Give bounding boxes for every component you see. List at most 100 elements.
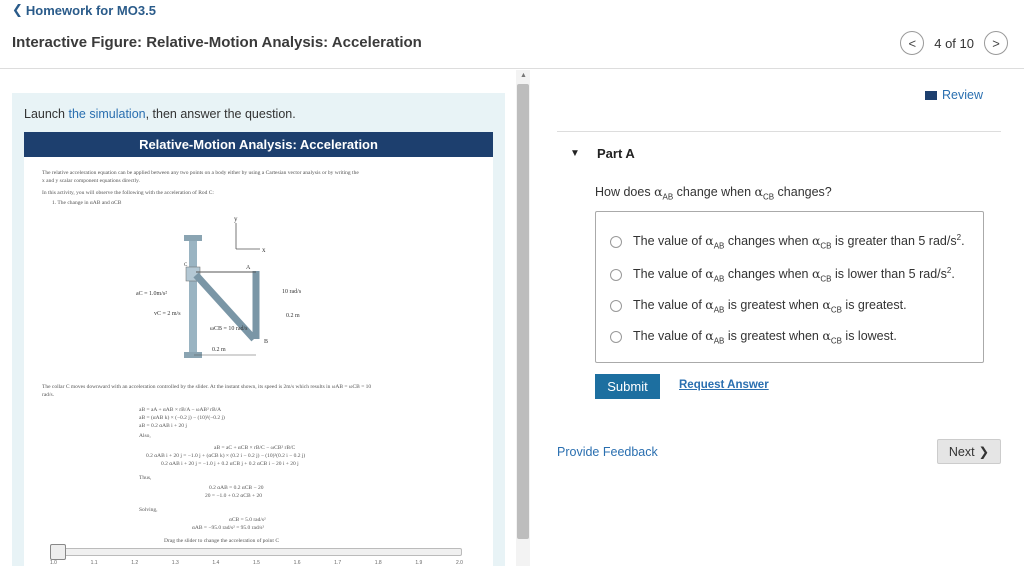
acceleration-slider-track[interactable] xyxy=(50,548,462,556)
alpha-symbol: α xyxy=(654,184,663,199)
slider-tick-label: 1.4 xyxy=(212,560,220,566)
x-axis-label: x xyxy=(262,246,266,254)
request-answer-link[interactable]: Request Answer xyxy=(679,379,769,391)
next-page-button[interactable]: > xyxy=(984,31,1008,55)
alpha-symbol: α xyxy=(754,184,763,199)
slider-tick-label: 1.3 xyxy=(171,560,179,566)
slider-tick-label: 1.6 xyxy=(293,560,301,566)
omega-cb-label: ωCB = 10 rad/s xyxy=(210,326,248,332)
launch-instruction: Launch the simulation, then answer the q… xyxy=(24,107,296,121)
distance-cb-label: 0.2 m xyxy=(212,347,226,353)
velocity-c-label: vC = 2 m/s xyxy=(154,311,181,317)
accel-c-label: aC = 1.0m/s² xyxy=(136,291,167,297)
sim-intro-4: 1. The change in αAB and αCB xyxy=(52,200,122,206)
answer-option-1[interactable]: The value of αAB changes when αCB is gre… xyxy=(610,233,965,251)
provide-feedback-link[interactable]: Provide Feedback xyxy=(557,445,658,459)
slider-tick-label: 1.7 xyxy=(334,560,342,566)
launch-prefix: Launch xyxy=(24,107,69,121)
launch-suffix: , then answer the question. xyxy=(145,107,296,121)
distance-ab-label: 0.2 m xyxy=(286,313,300,319)
header-divider xyxy=(0,68,1024,69)
chevron-right-icon: ❯ xyxy=(978,445,990,459)
back-to-homework-link[interactable]: ❮ Homework for MO3.5 xyxy=(12,2,156,18)
mechanism-diagram: y x C A B aC = 1.0m/s² vC = 2 m/s 10 rad… xyxy=(136,215,302,358)
label-also: Also, xyxy=(139,433,151,439)
option-label: The value of αAB is greatest when αCB is… xyxy=(633,297,907,315)
answer-options: The value of αAB changes when αCB is gre… xyxy=(595,211,984,363)
scrollbar-thumb[interactable] xyxy=(517,84,529,539)
question-text: How does αAB change when αCB changes? xyxy=(595,184,832,202)
pager-text: 4 of 10 xyxy=(934,35,974,51)
slider-tick-label: 1.2 xyxy=(131,560,139,566)
slider-tick-label: 1.9 xyxy=(415,560,423,566)
slider-tick-label: 2.0 xyxy=(455,560,463,566)
scroll-up-arrow-icon[interactable]: ▲ xyxy=(520,72,527,79)
slider-ticks: 1.0 1.1 1.2 1.3 1.4 1.5 1.6 1.7 1.8 1.9 2.0 xyxy=(50,560,463,566)
radio-button[interactable] xyxy=(610,268,622,281)
equation-9: αCB = 5.0 rad/s² xyxy=(229,517,266,523)
sim-intro-2: x and y scalar component equations direc… xyxy=(42,178,140,184)
label-solving: Solving, xyxy=(139,507,158,513)
sim-description-2: rad/s. xyxy=(42,392,55,398)
equation-10: αAB = −95.0 rad/s² = 95.0 rad/s² xyxy=(192,525,265,531)
equation-8: 20 = −1.0 + 0.2 αCB + 20 xyxy=(205,493,263,499)
slider-tick-label: 1.8 xyxy=(374,560,382,566)
pager: < 4 of 10 > xyxy=(900,31,1008,55)
chevron-left-icon: ❮ xyxy=(12,2,23,17)
equation-4: aB = aC + αCB × rB/C − ωCB² rB/C xyxy=(214,445,296,451)
point-b-label: B xyxy=(264,339,268,345)
part-a-label: Part A xyxy=(597,146,635,161)
question-prefix: How does xyxy=(595,185,655,199)
review-link[interactable]: Review xyxy=(925,88,983,102)
radio-button[interactable] xyxy=(610,299,622,312)
part-divider xyxy=(557,131,1001,132)
simulation-title: Relative-Motion Analysis: Acceleration xyxy=(24,132,493,157)
equation-1: aB = aA + αAB × rB/A − ωAB² rB/A xyxy=(139,407,222,413)
sim-intro-3: In this activity, you will observe the f… xyxy=(42,190,214,196)
label-thus: Thus, xyxy=(139,475,152,481)
guide-rod xyxy=(189,239,197,354)
rod-cap-top xyxy=(184,235,202,241)
collapse-triangle-icon[interactable]: ▼ xyxy=(570,148,580,159)
answer-option-4[interactable]: The value of αAB is greatest when αCB is… xyxy=(610,328,897,346)
answer-option-2[interactable]: The value of αAB changes when αCB is low… xyxy=(610,266,955,284)
next-label: Next xyxy=(948,444,975,459)
option-label: The value of αAB changes when αCB is low… xyxy=(633,266,955,284)
simulation-panel: Launch the simulation, then answer the q… xyxy=(12,93,505,566)
book-icon xyxy=(925,90,937,100)
submit-button[interactable]: Submit xyxy=(595,374,660,399)
question-mid: change when xyxy=(673,185,755,199)
option-label: The value of αAB is greatest when αCB is… xyxy=(633,328,897,346)
omega-ab-label: 10 rad/s xyxy=(282,289,302,295)
subscript: AB xyxy=(662,192,674,202)
next-button[interactable]: Next ❯ xyxy=(937,439,1001,464)
equation-7: 0.2 αAB = 0.2 αCB − 20 xyxy=(209,485,264,491)
slider-tick-label: 1.0 xyxy=(50,560,57,566)
equation-6: 0.2 αAB i + 20 j = −1.0 j + 0.2 αCB j + … xyxy=(161,461,299,467)
equation-5: 0.2 αAB i + 20 j = −1.0 j + (αCB k) × (0… xyxy=(146,453,306,459)
point-a-label: A xyxy=(246,265,251,271)
radio-button[interactable] xyxy=(610,235,622,248)
simulation-link[interactable]: the simulation xyxy=(68,107,145,121)
sim-description: The collar C moves downward with an acce… xyxy=(42,384,372,390)
sim-intro-1: The relative acceleration equation can b… xyxy=(42,170,359,176)
chevron-left-icon: < xyxy=(908,35,917,51)
slider-tick-label: 1.1 xyxy=(90,560,98,566)
answer-option-3[interactable]: The value of αAB is greatest when αCB is… xyxy=(610,297,907,315)
previous-button[interactable]: < xyxy=(900,31,925,55)
option-label: The value of αAB changes when αCB is gre… xyxy=(633,233,965,251)
back-link-label: Homework for MO3.5 xyxy=(25,2,156,18)
question-suffix: changes? xyxy=(774,185,832,199)
review-label: Review xyxy=(942,88,983,102)
slider-tick-label: 1.5 xyxy=(252,560,260,566)
slider-hint: Drag the slider to change the accelerati… xyxy=(164,538,279,544)
equation-3: aB = 0.2 αAB i + 20 j xyxy=(139,423,187,429)
chevron-right-icon: > xyxy=(992,35,1000,51)
page-title: Interactive Figure: Relative-Motion Anal… xyxy=(12,34,422,51)
simulation-frame: Relative-Motion Analysis: Acceleration T… xyxy=(24,132,493,566)
radio-button[interactable] xyxy=(610,330,622,343)
y-axis-label: y xyxy=(234,215,238,223)
acceleration-slider-handle[interactable] xyxy=(50,544,66,560)
subscript: CB xyxy=(762,192,775,202)
equation-2: aB = (αAB k) × (−0.2 j) − (10)²(−0.2 j) xyxy=(139,415,225,421)
